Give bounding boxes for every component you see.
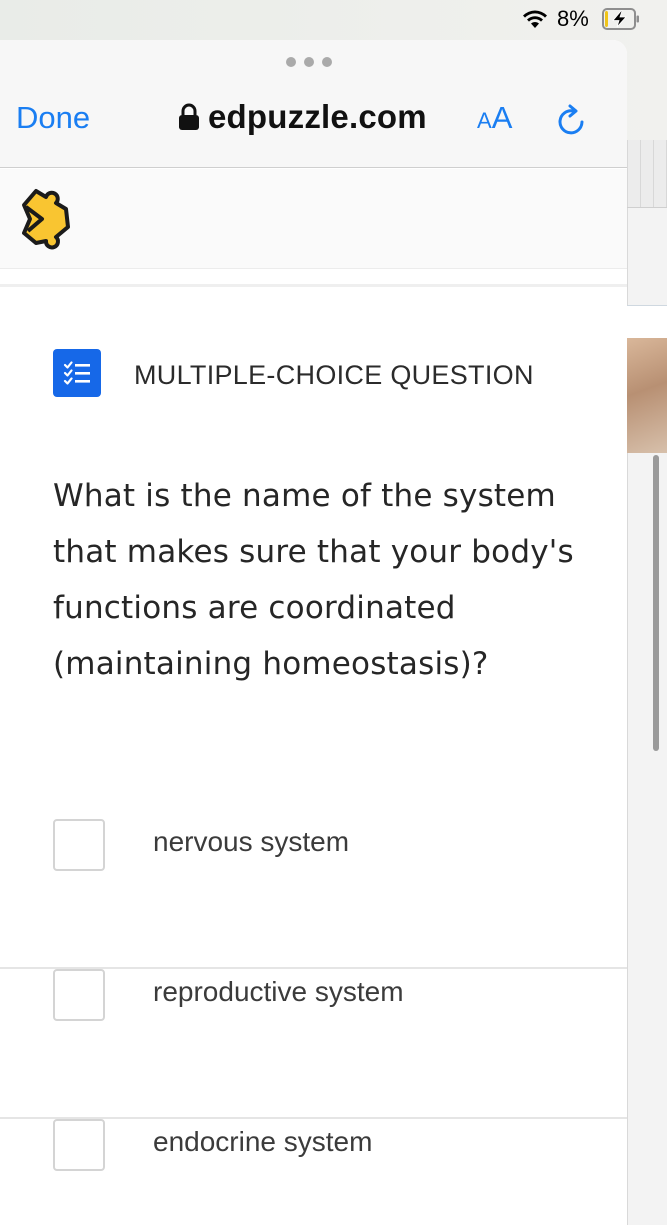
lock-icon	[179, 103, 199, 130]
reload-icon[interactable]	[556, 104, 588, 138]
background-video-thumbnail	[627, 338, 667, 453]
choice-endocrine-system[interactable]: endocrine system	[0, 1119, 627, 1225]
text-size-button[interactable]: AA	[477, 100, 512, 136]
background-video-header	[627, 305, 667, 338]
status-bar: 8%	[0, 0, 667, 38]
header-divider	[0, 284, 627, 287]
choice-reproductive-system[interactable]: reproductive system	[0, 969, 627, 1119]
edpuzzle-logo-icon[interactable]	[16, 183, 76, 253]
url-text: edpuzzle.com	[208, 98, 427, 135]
url-display[interactable]: edpuzzle.com	[178, 98, 427, 136]
done-button[interactable]: Done	[16, 100, 90, 136]
background-app-toolbar	[627, 140, 667, 208]
choice-checkbox[interactable]	[53, 819, 105, 871]
site-header	[0, 169, 627, 269]
battery-charging-icon	[602, 8, 639, 30]
background-scrollbar	[653, 455, 659, 751]
browser-toolbar: Done edpuzzle.com AA	[0, 40, 627, 168]
choice-label: reproductive system	[153, 976, 404, 1007]
background-app-strip	[627, 140, 667, 1225]
choice-label: endocrine system	[153, 1126, 373, 1157]
question-type-label: MULTIPLE-CHOICE QUESTION	[134, 360, 534, 390]
sheet-grabber[interactable]	[286, 57, 332, 67]
wifi-icon	[523, 10, 547, 28]
choice-checkbox[interactable]	[53, 969, 105, 1021]
battery-percentage: 8%	[557, 6, 589, 31]
question-text: What is the name of the system that make…	[53, 478, 574, 682]
text-size-small-label: A	[477, 108, 492, 133]
browser-sheet: Done edpuzzle.com AA MULTIPLE-CHOICE QUE…	[0, 40, 627, 1225]
text-size-large-label: A	[491, 100, 513, 135]
checklist-icon	[53, 349, 101, 397]
choice-nervous-system[interactable]: nervous system	[0, 819, 627, 969]
choice-checkbox[interactable]	[53, 1119, 105, 1171]
choice-label: nervous system	[153, 826, 350, 857]
